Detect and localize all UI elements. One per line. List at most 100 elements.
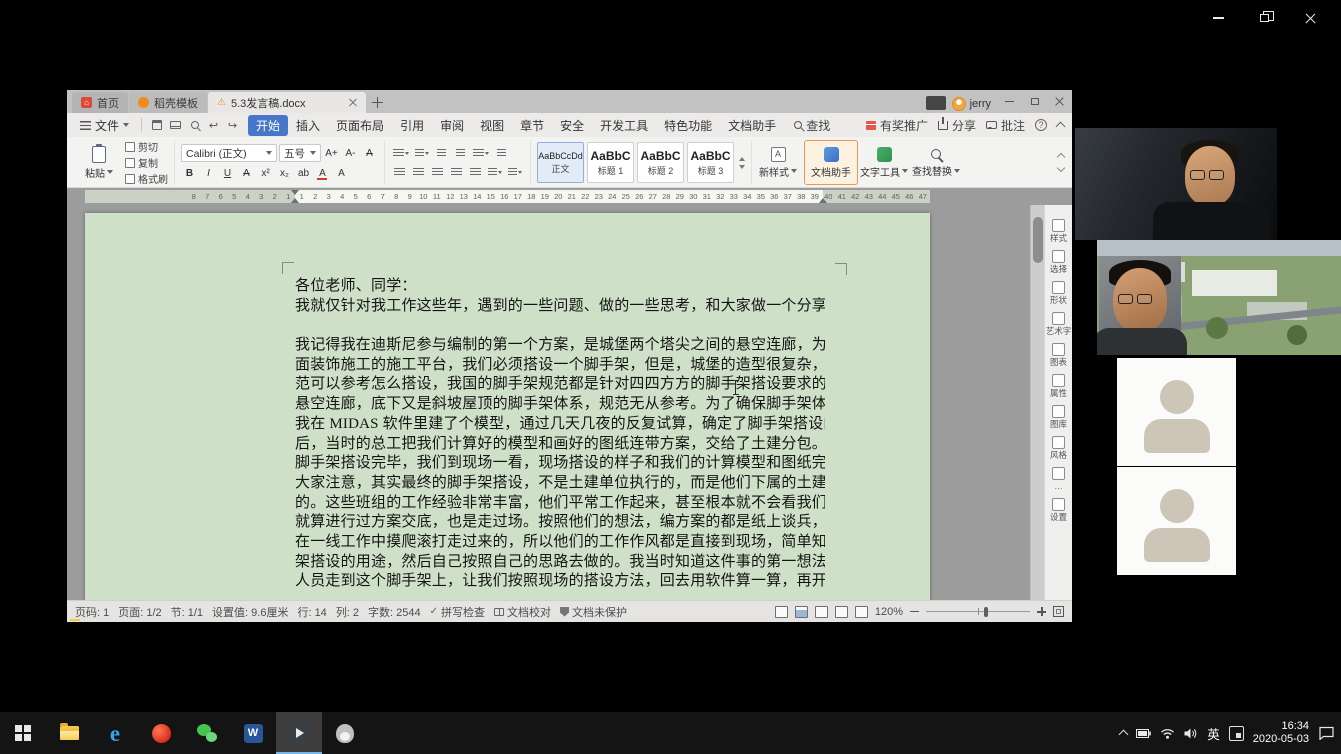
style-card-heading1[interactable]: AaBbC 标题 1 [587,142,634,183]
zoom-level[interactable]: 120% [875,606,903,618]
eye-protection-button[interactable] [854,605,868,618]
sidebar-tool[interactable]: 图表 [1050,343,1067,367]
template-tab[interactable]: 稻壳模板 [129,92,207,113]
italic-button[interactable]: I [200,165,217,181]
text-line[interactable] [295,316,825,336]
message-badge[interactable] [925,96,946,110]
outline-view-button[interactable] [834,605,848,618]
ribbon-tab[interactable]: 插入 [288,115,328,136]
bold-button[interactable]: B [181,165,198,181]
web-layout-button[interactable] [814,605,828,618]
text-line[interactable]: 架搭设的用途，然后自己按照自己的思路去做的。我当时知道这件事的第一想法是，先禁止 [295,553,825,573]
wps-close-button[interactable] [1047,90,1072,113]
shrink-font-button[interactable]: A- [342,145,359,161]
cut-button[interactable]: 剪切 [125,139,168,154]
document-tab[interactable]: 5.3发言稿.docx [208,92,366,113]
collapse-ribbon-button[interactable] [1055,121,1066,132]
highlight-button[interactable]: ab [295,165,312,181]
copy-button[interactable]: 复制 [125,155,168,170]
text-line[interactable]: 的。这些班组的工作经验非常丰富，他们平常工作起来，甚至根本就不会看我们编的方案， [295,494,825,514]
justify-button[interactable] [448,164,465,180]
participant-placeholder-1[interactable] [1117,358,1236,466]
style-card-heading3[interactable]: AaBbC 标题 3 [687,142,734,183]
find-replace-button[interactable]: 查找替换 [912,147,960,178]
wps-minimize-button[interactable] [997,90,1022,113]
font-color-button[interactable]: A [314,165,331,181]
ribbon-tab[interactable]: 开始 [248,114,289,136]
char-shading-button[interactable]: A [333,165,350,181]
sidebar-tool[interactable]: 设置 [1050,498,1067,522]
clear-format-button[interactable]: A [361,145,378,161]
underline-button[interactable]: U [219,165,236,181]
redo-button[interactable] [224,117,241,133]
sidebar-tool[interactable]: … [1052,467,1065,491]
ruler[interactable]: 8 7 6 5 4 3 2 1 1 2 3 4 5 6 7 8 9 10 11 12 13 14 15 16 17 18 19 20 2… [67,188,1072,205]
find-button[interactable]: 查找 [794,117,830,134]
share-button[interactable]: 分享 [937,116,976,134]
undo-button[interactable] [205,117,222,133]
text-tool-button[interactable]: 文字工具 [860,146,908,179]
sidebar-tool[interactable]: 图库 [1050,405,1067,429]
font-name-select[interactable]: Calibri (正文) [181,144,277,162]
shading-button[interactable] [486,164,504,180]
ribbon-tab[interactable]: 页面布局 [328,115,392,136]
browser-button[interactable] [138,712,184,754]
clock[interactable]: 16:34 2020-05-03 [1253,720,1309,747]
zoom-out-button[interactable] [910,610,919,613]
text-line[interactable]: 我在 MIDAS 软件里建了个模型，通过几天几夜的反复试算，确定了脚手架搭设的方… [295,415,825,435]
scroll-down-icon[interactable] [739,164,745,172]
distribute-button[interactable] [467,164,484,180]
ribbon-tab[interactable]: 安全 [552,115,592,136]
hidden-icons-button[interactable] [1118,729,1129,740]
zoom-slider-knob[interactable] [984,606,988,617]
print-button[interactable] [167,117,184,133]
spell-check-button[interactable]: 拼写检查 [430,604,485,620]
font-size-select[interactable]: 五号 [279,144,321,162]
sidebar-tool[interactable]: 选择 [1050,250,1067,274]
paste-button[interactable]: 粘贴 [79,143,119,180]
qq-button[interactable] [322,712,368,754]
style-card-body[interactable]: AaBbCcDd 正文 [537,142,584,183]
ime-icon[interactable] [1228,725,1244,741]
start-button[interactable] [0,712,46,754]
document-canvas[interactable]: 各位老师、同学： 我就仅针对我工作这些年，遇到的一些问题、做的一些思考，和大家做一… [67,205,1030,600]
zoom-in-button[interactable] [1037,607,1046,616]
subscript-button[interactable]: x₂ [276,165,293,181]
document-page[interactable]: 各位老师、同学： 我就仅针对我工作这些年，遇到的一些问题、做的一些思考，和大家做一… [85,213,930,600]
protection-status[interactable]: 文档未保护 [560,604,627,620]
sidebar-tool[interactable]: 风格 [1050,436,1067,460]
text-line[interactable]: 我就仅针对我工作这些年，遇到的一些问题、做的一些思考，和大家做一个分享。 [295,297,825,317]
left-indent-marker[interactable] [291,194,299,203]
zoom-slider[interactable] [926,606,1030,618]
sidebar-tool[interactable]: 形状 [1050,281,1067,305]
promo-button[interactable]: 有奖推广 [865,117,928,134]
text-line[interactable]: 面装饰施工的施工平台，我们必须搭设一个脚手架，但是，城堡的造型很复杂，没有任何规 [295,356,825,376]
app-close-button[interactable] [1287,6,1333,30]
ribbon-tab[interactable]: 审阅 [432,115,472,136]
format-painter-button[interactable]: 格式刷 [125,171,168,186]
increase-indent-button[interactable] [452,145,469,161]
save-button[interactable] [148,117,165,133]
print-layout-button[interactable] [794,605,808,618]
new-style-button[interactable]: 新样式 [758,146,798,179]
read-layout-button[interactable] [774,605,788,618]
app-minimize-button[interactable] [1195,6,1241,30]
ribbon-tab[interactable]: 开发工具 [592,115,656,136]
volume-icon[interactable] [1184,728,1198,739]
align-right-button[interactable] [429,164,446,180]
sort-button[interactable] [493,145,510,161]
ribbon-tab[interactable]: 文档助手 [720,115,784,136]
text-line[interactable]: 我记得我在迪斯尼参与编制的第一个方案，是城堡两个塔尖之间的悬空连廊，为了提供外立 [295,336,825,356]
text-line[interactable]: 各位老师、同学： [295,277,825,297]
doc-assistant-button[interactable]: 文档助手 [811,146,851,179]
print-preview-button[interactable] [186,117,203,133]
align-left-button[interactable] [391,164,408,180]
participant-video-2[interactable] [1097,240,1341,355]
video-player-button[interactable] [276,712,322,754]
ribbon-tab[interactable]: 视图 [472,115,512,136]
home-tab[interactable]: 首页 [72,92,128,113]
numbered-list-button[interactable] [413,145,431,161]
ribbon-tab[interactable]: 引用 [392,115,432,136]
participant-placeholder-2[interactable] [1117,467,1236,575]
text-line[interactable]: 就算进行过方案交底，也是走过场。按照他们的想法，编方案的都是纸上谈兵，他们是真正 [295,513,825,533]
